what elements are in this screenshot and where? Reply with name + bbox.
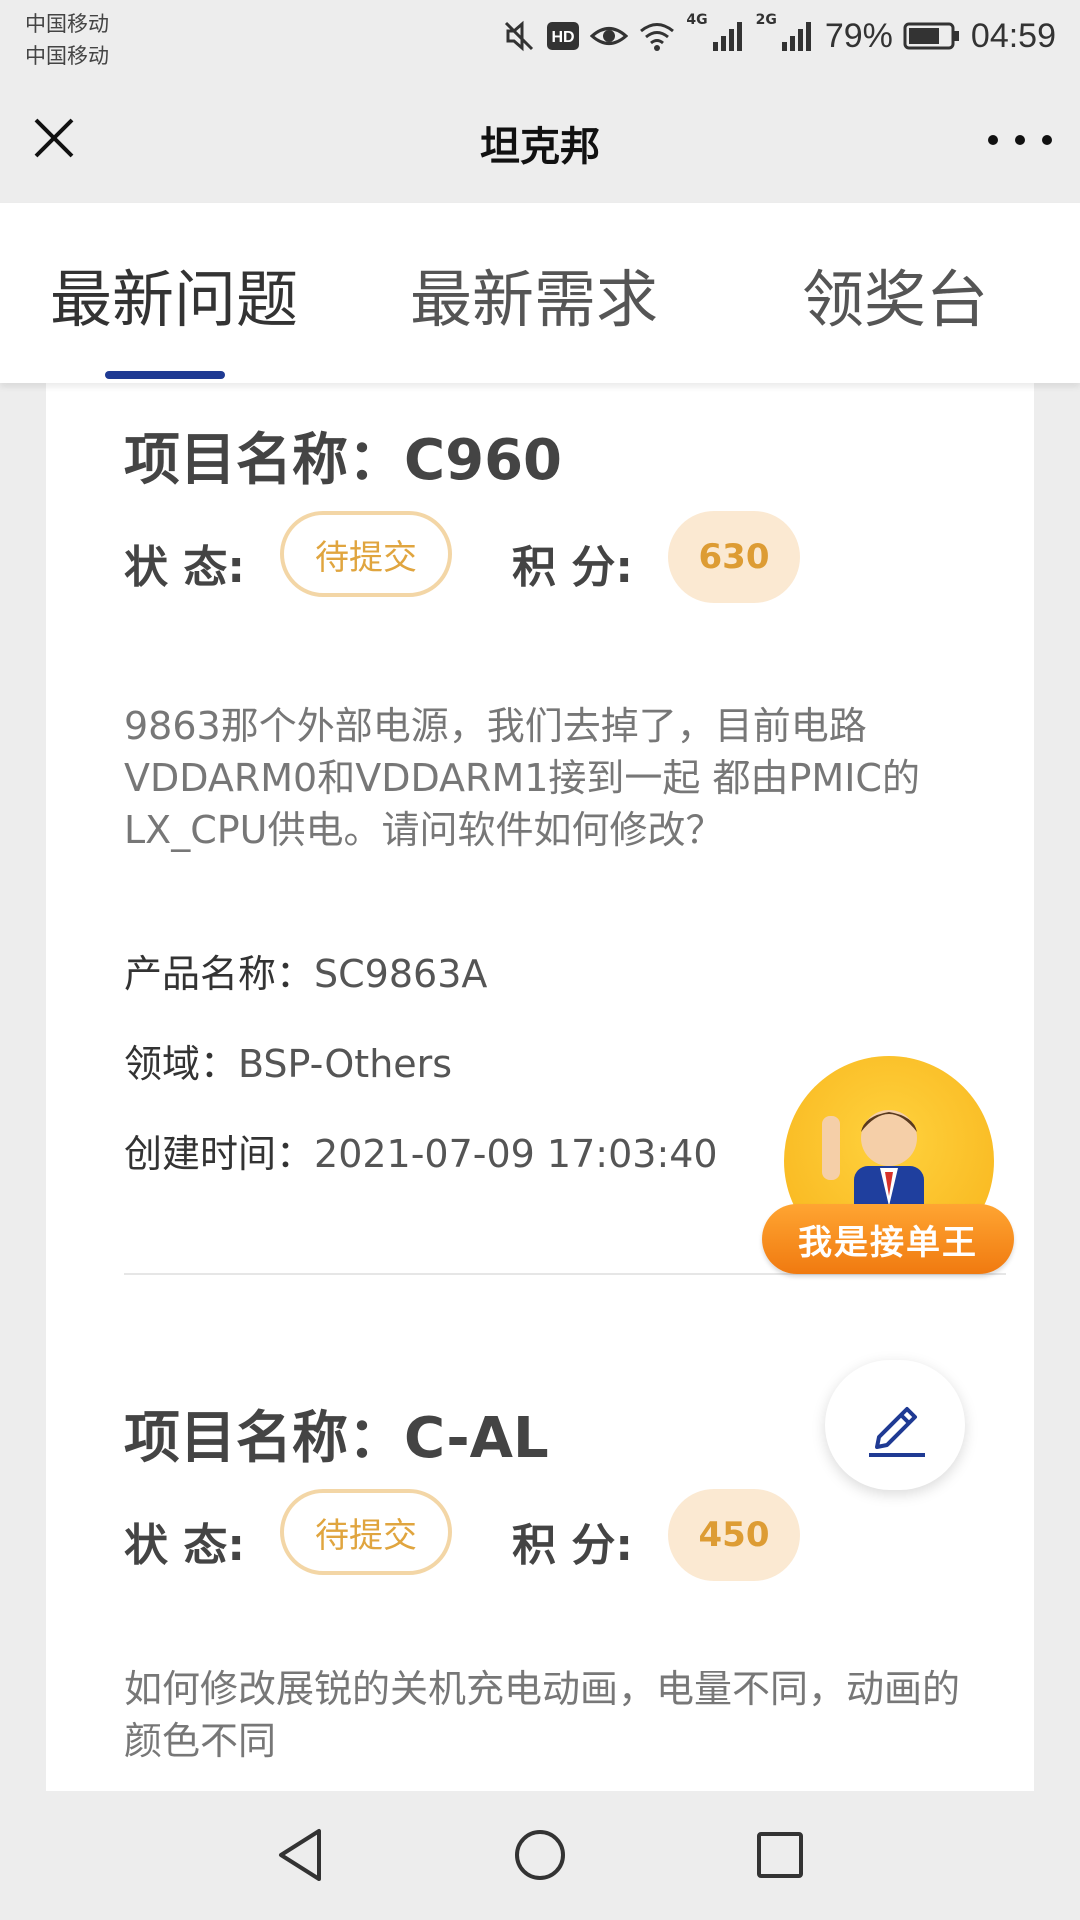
domain-row: 领域：BSP-Others bbox=[124, 1033, 452, 1088]
signal-icon bbox=[712, 20, 746, 52]
tab-latest-demands[interactable]: 最新需求 bbox=[410, 249, 658, 339]
more-icon bbox=[988, 135, 998, 145]
status-icons: HD 4G 2G 79% 04:59 bbox=[502, 12, 1056, 60]
points-badge: 450 bbox=[668, 1489, 800, 1581]
created-key: 创建时间： bbox=[124, 1132, 315, 1176]
signal-icon bbox=[781, 20, 815, 52]
page-title: 坦克邦 bbox=[480, 124, 600, 170]
product-value: SC9863A bbox=[314, 952, 488, 996]
edit-button[interactable] bbox=[825, 1360, 965, 1490]
carrier-label-1: 中国移动 bbox=[25, 12, 109, 36]
points-label: 积 分: bbox=[512, 1520, 633, 1571]
recents-button[interactable] bbox=[750, 1825, 810, 1885]
domain-value: BSP-Others bbox=[238, 1042, 453, 1086]
item-title: 项目名称：C-AL bbox=[124, 1406, 549, 1471]
item-title: 项目名称：C960 bbox=[124, 428, 562, 493]
status-label: 状 态: bbox=[124, 1520, 245, 1571]
more-button[interactable] bbox=[988, 120, 1052, 160]
created-row: 创建时间：2021-07-09 17:03:40 bbox=[124, 1123, 718, 1178]
page: 中国移动 中国移动 HD 4G 2G 79% 04:59 坦克邦 最新问题 最新… bbox=[0, 0, 1080, 1920]
item-description: 9863那个外部电源，我们去掉了，目前电路VDDARM0和VDDARM1接到一起… bbox=[124, 704, 920, 852]
domain-key: 领域： bbox=[124, 1042, 239, 1086]
status-label: 状 态: bbox=[124, 542, 245, 593]
tab-podium[interactable]: 领奖台 bbox=[802, 249, 988, 339]
recents-icon bbox=[757, 1832, 803, 1878]
title-bar: 坦克邦 bbox=[0, 76, 1080, 203]
promo-label: 我是接单王 bbox=[762, 1204, 1014, 1274]
tab-indicator bbox=[105, 371, 225, 379]
network-label-1: 4G bbox=[686, 12, 708, 28]
home-button[interactable] bbox=[510, 1825, 570, 1885]
edit-icon bbox=[869, 1407, 925, 1457]
hd-label: HD bbox=[552, 29, 575, 46]
points-label: 积 分: bbox=[512, 542, 633, 593]
mute-icon bbox=[502, 19, 536, 53]
hd-icon: HD bbox=[546, 21, 580, 51]
back-icon bbox=[279, 1829, 321, 1881]
carrier-label-2: 中国移动 bbox=[25, 44, 109, 68]
status-badge: 待提交 bbox=[280, 1489, 452, 1575]
status-badge: 待提交 bbox=[280, 511, 452, 597]
network-label-2: 2G bbox=[755, 12, 777, 28]
clock: 04:59 bbox=[970, 16, 1056, 55]
wifi-icon bbox=[638, 20, 676, 52]
product-key: 产品名称： bbox=[124, 952, 315, 996]
eye-icon bbox=[590, 21, 629, 51]
status-bar: 中国移动 中国移动 HD 4G 2G 79% 04:59 bbox=[0, 0, 1080, 76]
back-button[interactable] bbox=[270, 1825, 330, 1885]
promo-widget[interactable]: 我是接单王 bbox=[762, 1040, 1018, 1280]
product-row: 产品名称：SC9863A bbox=[124, 943, 487, 998]
points-badge: 630 bbox=[668, 511, 800, 603]
home-icon bbox=[515, 1830, 565, 1880]
tab-latest-questions[interactable]: 最新问题 bbox=[50, 249, 298, 339]
system-nav-bar bbox=[0, 1791, 1080, 1920]
tab-bar: 最新问题 最新需求 领奖台 bbox=[0, 203, 1080, 383]
created-value: 2021-07-09 17:03:40 bbox=[314, 1132, 718, 1176]
item-description: 如何修改展锐的关机充电动画，电量不同，动画的颜色不同 bbox=[124, 1667, 961, 1763]
battery-percent: 79% bbox=[824, 16, 893, 55]
battery-icon bbox=[903, 21, 961, 51]
